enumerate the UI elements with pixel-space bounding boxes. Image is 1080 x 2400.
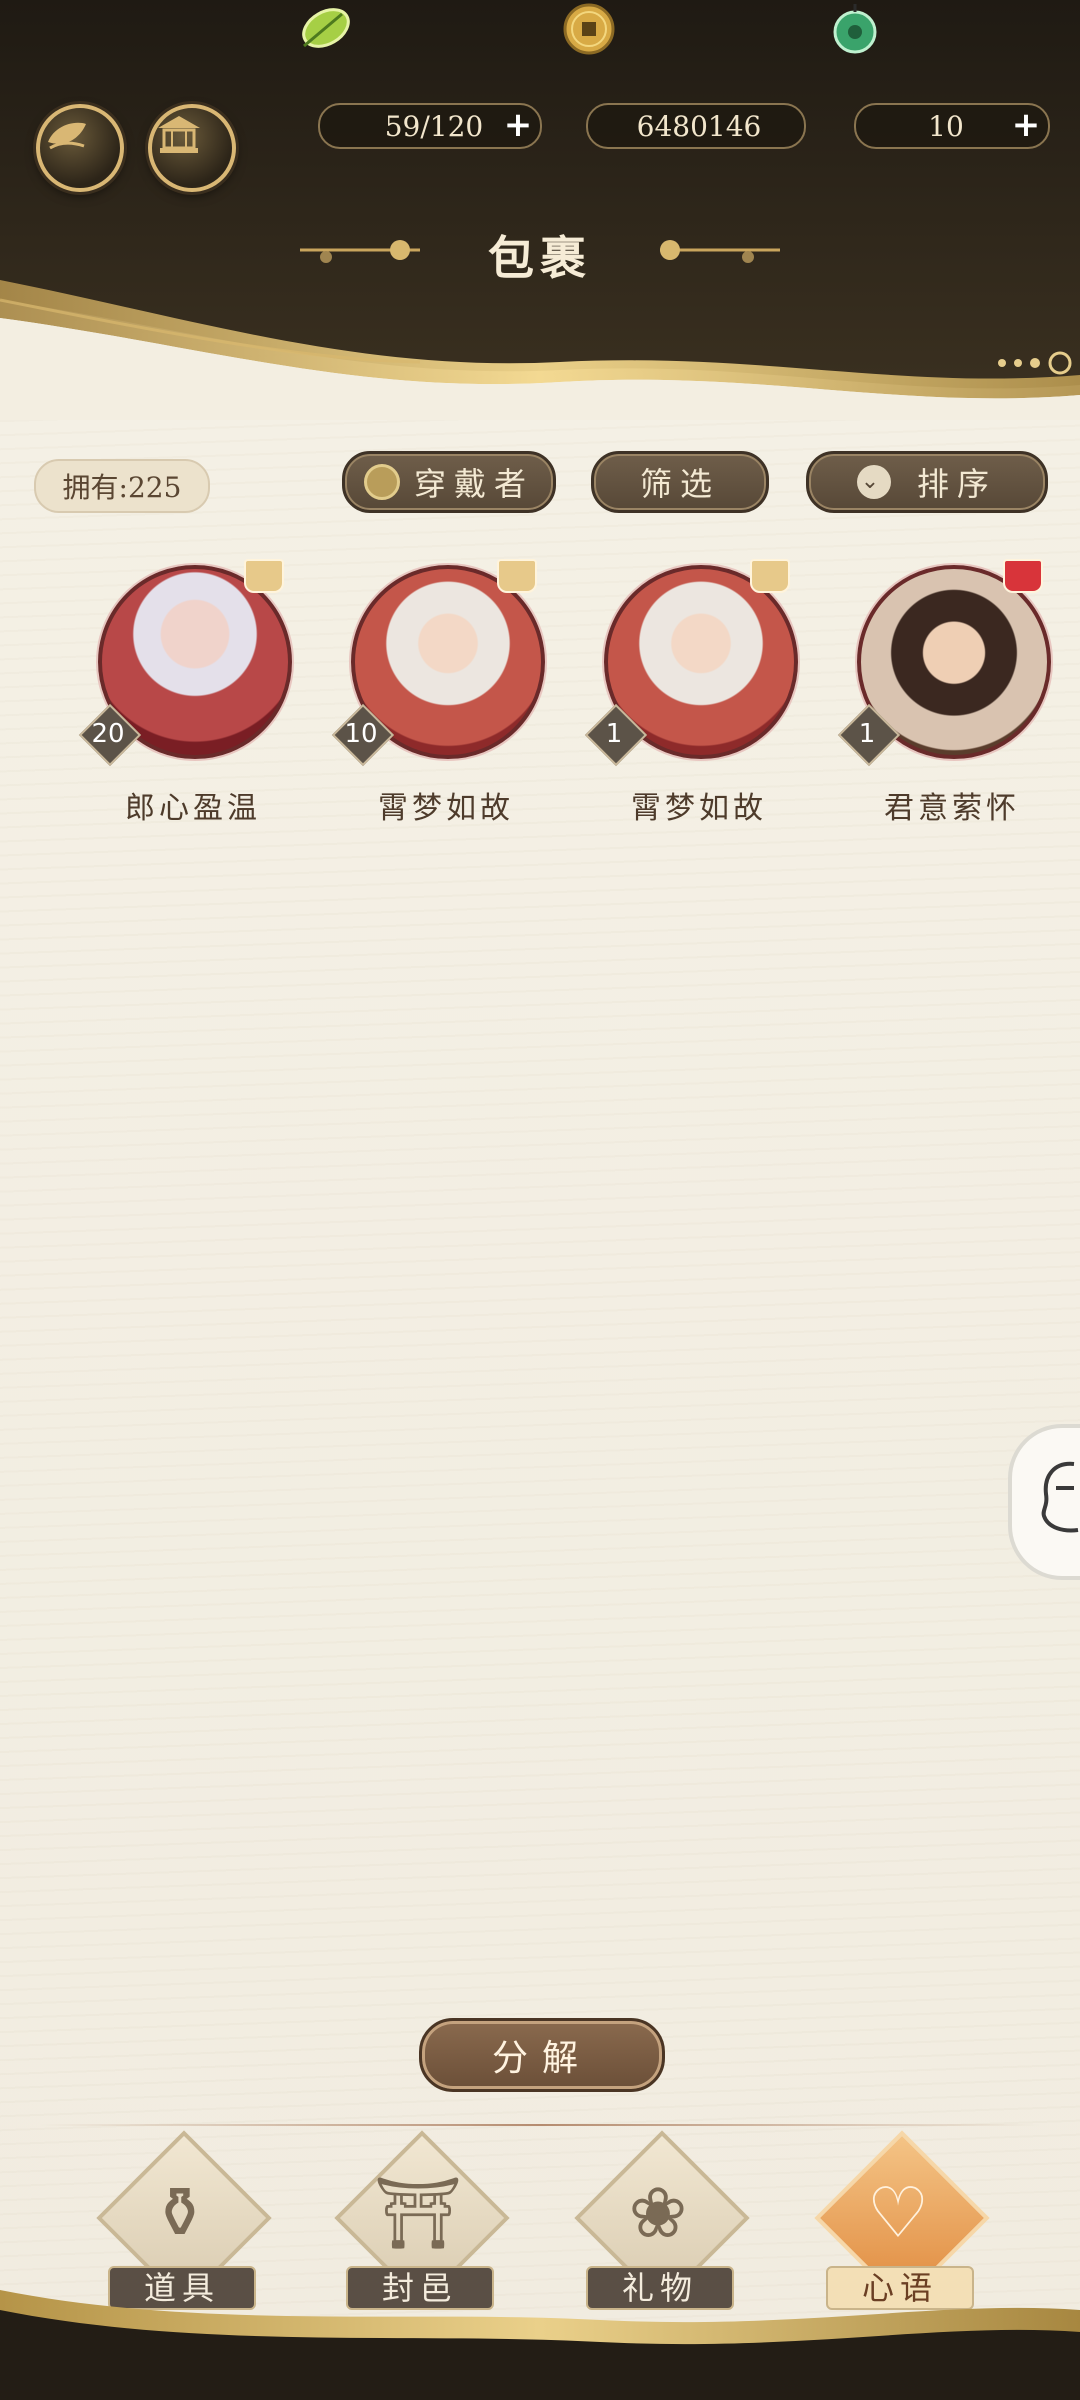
card-item[interactable]: 20 郎心盈温 xyxy=(78,559,292,826)
filter-label: 筛选 xyxy=(639,465,720,503)
ribbon-icon xyxy=(1003,559,1043,593)
count-value: 1 xyxy=(605,719,623,749)
coin-icon xyxy=(563,3,615,55)
jade-add-button[interactable]: + xyxy=(1010,108,1042,142)
card-name: 郎心盈温 xyxy=(125,791,261,826)
jar-icon: ⚱ xyxy=(150,2172,210,2254)
ribbon-icon xyxy=(497,559,537,593)
pavilion-button[interactable] xyxy=(148,104,236,192)
page-title: 包裹 xyxy=(488,231,592,285)
card-item[interactable]: 10 霄梦如故 xyxy=(331,559,545,826)
decompose-button[interactable]: 分解 xyxy=(419,2018,665,2092)
ribbon-icon xyxy=(750,559,790,593)
face-icon xyxy=(1041,1461,1079,1533)
count-value: 1 xyxy=(858,719,876,749)
wearer-label: 穿戴者 xyxy=(413,465,534,503)
wearer-icon xyxy=(363,464,400,500)
stamina-add-button[interactable]: + xyxy=(502,108,534,142)
sort-label: 排序 xyxy=(916,465,997,503)
heart-flower-icon: ♡ xyxy=(866,2172,930,2254)
card-name: 君意萦怀 xyxy=(884,791,1020,826)
palace-icon: ⛩ xyxy=(373,2172,463,2254)
card-name: 霄梦如故 xyxy=(378,791,514,826)
jade-pendant-icon xyxy=(833,4,877,54)
jade-value: 10 xyxy=(928,109,964,143)
tab-divider xyxy=(40,2124,1040,2126)
header-background xyxy=(0,0,1080,420)
stamina-pill: 59/120 + xyxy=(318,103,542,149)
sort-button[interactable]: ⌄ 排序 xyxy=(806,451,1048,513)
count-value: 20 xyxy=(91,719,125,749)
card-item[interactable]: 1 君意萦怀 xyxy=(837,559,1051,826)
bottom-decoration xyxy=(0,2290,1080,2400)
stamina-value: 59/120 xyxy=(384,109,484,143)
cloud-leaf-icon xyxy=(48,122,86,150)
pavilion-icon xyxy=(158,116,200,153)
decompose-label: 分解 xyxy=(491,2038,592,2079)
owned-count: 拥有:225 xyxy=(34,459,210,513)
leaf-icon xyxy=(302,8,350,48)
card-name: 霄梦如故 xyxy=(631,791,767,826)
ribbon-icon xyxy=(244,559,284,593)
fan-icon: ❀ xyxy=(628,2172,688,2254)
count-value: 10 xyxy=(344,719,378,749)
jade-pill: 10 + xyxy=(854,103,1050,149)
sort-arrow-icon: ⌄ xyxy=(856,465,891,499)
assistive-side-tab[interactable] xyxy=(1008,1424,1080,1580)
wearer-button[interactable]: 穿戴者 xyxy=(342,451,556,513)
coins-pill: 6480146 xyxy=(586,103,806,149)
card-item[interactable]: 1 霄梦如故 xyxy=(584,559,798,826)
header: 59/120 + 6480146 10 + 包裹 xyxy=(0,0,1080,420)
filter-button[interactable]: 筛选 xyxy=(591,451,769,513)
home-button[interactable] xyxy=(36,104,124,192)
coins-value: 6480146 xyxy=(636,109,762,143)
